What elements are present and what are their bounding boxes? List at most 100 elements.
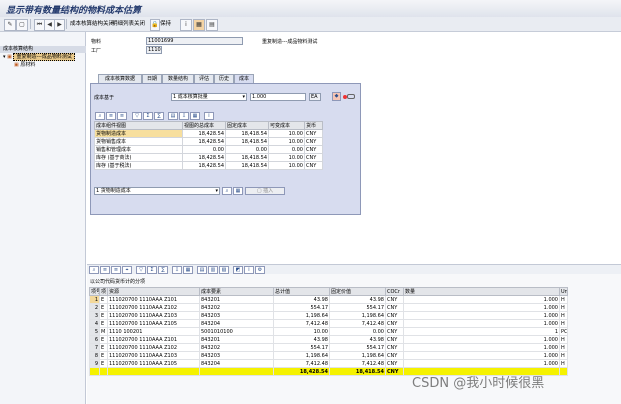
sum-icon[interactable]: Σ (147, 266, 157, 274)
print-preview-icon[interactable]: ▤ (168, 112, 178, 120)
column-header[interactable]: 视图的总成本 (182, 121, 226, 130)
display-icon[interactable]: ⌕ (222, 187, 232, 195)
info-icon[interactable]: i (244, 266, 254, 274)
column-header[interactable]: 项 (99, 287, 108, 296)
column-header[interactable]: 资源 (107, 287, 200, 296)
plant-field[interactable]: 1110 (146, 46, 162, 54)
tree-header: 成本核算结构 (0, 46, 86, 53)
tab-costing-data[interactable]: 成本核算数据 (98, 74, 142, 83)
table-row[interactable]: 8 E 111020700 1110AAA Z103 843203 1,198.… (89, 351, 568, 360)
table-row[interactable]: 5 M 1110 100201 5001010100 10.00 0.00 CN… (89, 327, 568, 336)
display-change-icon[interactable]: ✎ (4, 19, 16, 31)
sort-ascending-icon[interactable]: ≡ (100, 266, 110, 274)
spreadsheet-icon[interactable]: ▦ (183, 266, 193, 274)
table-row[interactable]: 1 E 111020700 1110AAA Z101 843201 43.98 … (89, 295, 568, 304)
settings-icon[interactable]: ⚙ (255, 266, 265, 274)
variable-cost: 10.00 (268, 129, 305, 138)
details-icon[interactable]: ⌕ (95, 112, 105, 120)
fixed-value: 7,412.48 (329, 319, 386, 328)
table-row[interactable]: 货物销售成本 18,428.54 18,418.54 10.00 CNY (94, 137, 323, 146)
layout-icon[interactable]: ▥ (208, 266, 218, 274)
table-row[interactable]: 库存 (基于税法) 18,428.54 18,418.54 10.00 CNY (94, 161, 323, 170)
cost-element: 843201 (199, 295, 274, 304)
find-icon[interactable]: ⌖ (122, 266, 132, 274)
tab-valuation[interactable]: 评估 (194, 74, 214, 83)
choose-layout-icon[interactable]: ▧ (219, 266, 229, 274)
subtotal-icon[interactable]: ∑ (154, 112, 164, 120)
table-row[interactable]: 2 E 111020700 1110AAA Z102 843202 554.17… (89, 303, 568, 312)
hold-button[interactable]: 保持 (160, 19, 171, 29)
fixed-cost: 18,418.54 (225, 153, 269, 162)
column-header[interactable]: COCr (385, 287, 404, 296)
unit-field: EA (309, 93, 321, 101)
other-object-icon[interactable]: ▢ (16, 19, 28, 31)
insert-label: 插入 (263, 188, 274, 194)
cost-base-select[interactable]: 1 成本核算批量 ▾ (171, 93, 247, 101)
sum-icon[interactable]: Σ (143, 112, 153, 120)
export-icon[interactable]: ⇩ (179, 112, 189, 120)
graphic-icon[interactable]: ◩ (233, 266, 243, 274)
column-header[interactable]: 项号 (89, 287, 100, 296)
table-row[interactable]: 7 E 111020700 1110AAA Z102 843202 554.17… (89, 343, 568, 352)
tab-history[interactable]: 历史 (214, 74, 234, 83)
hold-icon[interactable]: 🔒 (150, 19, 160, 31)
toggle-icon[interactable] (342, 94, 356, 99)
tab-quantity-structure[interactable]: 数量结构 (162, 74, 194, 83)
column-header[interactable]: 固定成本 (225, 121, 269, 130)
print-icon[interactable]: ▤ (206, 19, 218, 31)
table-row[interactable]: 4 E 111020700 1110AAA Z105 843204 7,412.… (89, 319, 568, 328)
total-value: 43.98 (273, 295, 330, 304)
costing-lot-size-field[interactable]: 1.000 (250, 93, 306, 101)
resource: 111020700 1110AAA Z103 (107, 311, 200, 320)
column-header[interactable]: 货币 (304, 121, 323, 130)
table-row[interactable]: 库存 (基于商法) 18,428.54 18,418.54 10.00 CNY (94, 153, 323, 162)
column-header[interactable]: 成本组件视图 (94, 121, 183, 130)
variable-cost: 10.00 (268, 137, 305, 146)
table-row[interactable]: 3 E 111020700 1110AAA Z103 843203 1,198.… (89, 311, 568, 320)
sort-descending-icon[interactable]: ≡ (111, 266, 121, 274)
toggle-costing-structure-button[interactable]: 成本核算结构关闭 (70, 19, 114, 29)
tab-costs[interactable]: 成本 (234, 74, 254, 83)
quantity: 1 (403, 327, 560, 336)
table-row[interactable]: 6 E 111020700 1110AAA Z101 843201 43.98 … (89, 335, 568, 344)
details-icon[interactable]: ⌕ (89, 266, 99, 274)
table-row[interactable]: 9 E 111020700 1110AAA Z105 843204 7,412.… (89, 359, 568, 368)
resource: 111020700 1110AAA Z105 (107, 359, 200, 368)
print-preview-icon[interactable]: ▤ (197, 266, 207, 274)
choose-icon[interactable]: ▦ (233, 187, 243, 195)
layout-icon[interactable]: ▦ (190, 112, 200, 120)
total-value-sum: 18,428.54 (273, 367, 330, 376)
column-header[interactable]: Un (559, 287, 568, 296)
tree-node-root[interactable]: ▾ ▣ 重复制造---成品物料测试 (3, 53, 75, 61)
color-legend-icon[interactable]: ▦ (193, 19, 205, 31)
material-field[interactable]: 11001699 (146, 37, 243, 45)
tab-dates[interactable]: 日期 (142, 74, 162, 83)
table-row[interactable]: 货物制造成本 18,428.54 18,418.54 10.00 CNY (94, 129, 323, 138)
subtotal-icon[interactable]: ∑ (158, 266, 168, 274)
tree-node-child[interactable]: ▣ 原材料 (14, 62, 35, 69)
sort-descending-icon[interactable]: ≡ (117, 112, 127, 120)
cost-display-icon[interactable]: ◆ (332, 92, 341, 101)
collapse-icon[interactable]: ▾ (3, 54, 6, 60)
sort-ascending-icon[interactable]: ≡ (106, 112, 116, 120)
currency: CNY (385, 319, 404, 328)
title-bar: 显示带有数量结构的物料成本估算 (0, 0, 621, 17)
view-select[interactable]: 1 货物制造成本 ▾ (94, 187, 220, 195)
currency: CNY (385, 359, 404, 368)
table-row[interactable]: 销售和管理成本 0.00 0.00 0.00 CNY (94, 145, 323, 154)
filter-icon[interactable]: ▽ (136, 266, 146, 274)
filter-icon[interactable]: ▽ (132, 112, 142, 120)
quantity: 1.000 (403, 311, 560, 320)
column-header[interactable]: 可变成本 (268, 121, 305, 130)
column-header[interactable]: 数量 (403, 287, 560, 296)
info-icon[interactable]: i (180, 19, 192, 31)
column-header[interactable]: 固定价值 (329, 287, 386, 296)
column-header[interactable]: 成本要素 (199, 287, 274, 296)
next-icon[interactable]: ▶ (54, 19, 65, 31)
insert-button[interactable]: ▢ 插入 (245, 187, 285, 195)
toggle-detail-list-button[interactable]: 明细列表关闭 (112, 19, 145, 29)
quantity: 1.000 (403, 295, 560, 304)
export-icon[interactable]: ⇩ (172, 266, 182, 274)
info-icon[interactable]: i (204, 112, 214, 120)
column-header[interactable]: 总计值 (273, 287, 330, 296)
